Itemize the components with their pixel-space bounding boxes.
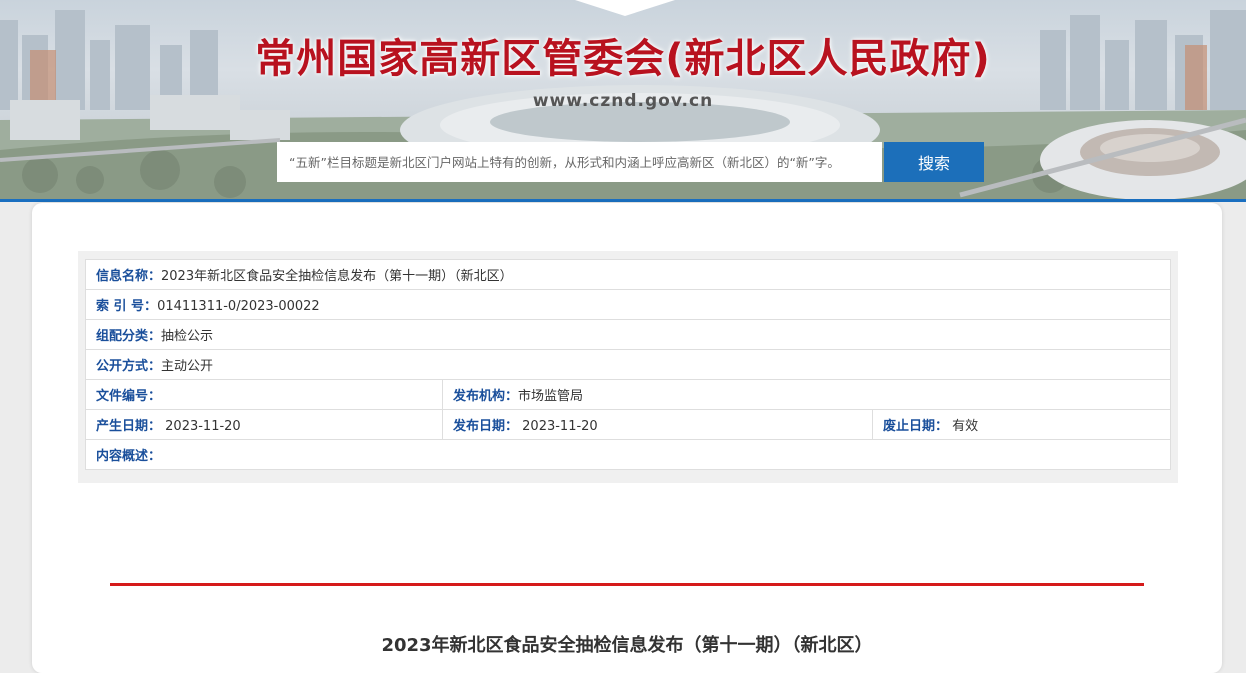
title-divider [110, 583, 1144, 586]
info-category-value: 抽检公示 [161, 329, 214, 344]
site-title: 常州国家高新区管委会(新北区人民政府) [255, 36, 991, 82]
search-button[interactable]: 搜索 [884, 142, 984, 182]
info-docno-label: 文件编号： [96, 389, 162, 404]
info-row-name: 信息名称：2023年新北区食品安全抽检信息发布（第十一期）（新北区） [85, 259, 1171, 290]
info-index-value: 01411311-0/2023-00022 [157, 299, 320, 314]
info-panel: 信息名称：2023年新北区食品安全抽检信息发布（第十一期）（新北区） 索 引 号… [78, 251, 1178, 483]
info-row-summary: 内容概述： [85, 439, 1171, 470]
info-name-value: 2023年新北区食品安全抽检信息发布（第十一期）（新北区） [161, 269, 513, 284]
info-disclosure-label: 公开方式： [96, 359, 162, 374]
info-row-disclosure: 公开方式：主动公开 [85, 349, 1171, 380]
info-agency-label: 发布机构： [453, 389, 519, 404]
article-title: 2023年新北区食品安全抽检信息发布（第十一期）（新北区） [381, 635, 873, 656]
header-banner: 常州国家高新区管委会(新北区人民政府) www.cznd.gov.cn 搜索 [0, 0, 1246, 199]
info-category-label: 组配分类： [96, 329, 162, 344]
info-row-category: 组配分类：抽检公示 [85, 319, 1171, 350]
site-url: www.cznd.gov.cn [532, 91, 714, 111]
info-row-dates: 产生日期： 2023-11-20 发布日期： 2023-11-20 废止日期： … [85, 409, 1171, 440]
info-table: 信息名称：2023年新北区食品安全抽检信息发布（第十一期）（新北区） 索 引 号… [85, 259, 1171, 470]
info-published-label: 发布日期： [453, 419, 519, 434]
info-created-value: 2023-11-20 [165, 419, 241, 434]
info-expiry-label: 废止日期： [883, 419, 949, 434]
info-agency-value: 市场监管局 [518, 389, 584, 404]
info-name-label: 信息名称： [96, 269, 162, 284]
info-expiry-value: 有效 [952, 419, 979, 434]
info-published-value: 2023-11-20 [522, 419, 598, 434]
info-row-docno-agency: 文件编号： 发布机构：市场监管局 [85, 379, 1171, 410]
info-summary-label: 内容概述： [96, 449, 162, 464]
content-card: 信息名称：2023年新北区食品安全抽检信息发布（第十一期）（新北区） 索 引 号… [32, 203, 1222, 673]
search-input[interactable] [277, 142, 882, 182]
banner-notch [575, 0, 675, 16]
info-disclosure-value: 主动公开 [161, 359, 214, 374]
banner-divider [0, 199, 1246, 202]
info-index-label: 索 引 号： [96, 299, 158, 314]
info-row-index: 索 引 号：01411311-0/2023-00022 [85, 289, 1171, 320]
info-created-label: 产生日期： [96, 419, 162, 434]
